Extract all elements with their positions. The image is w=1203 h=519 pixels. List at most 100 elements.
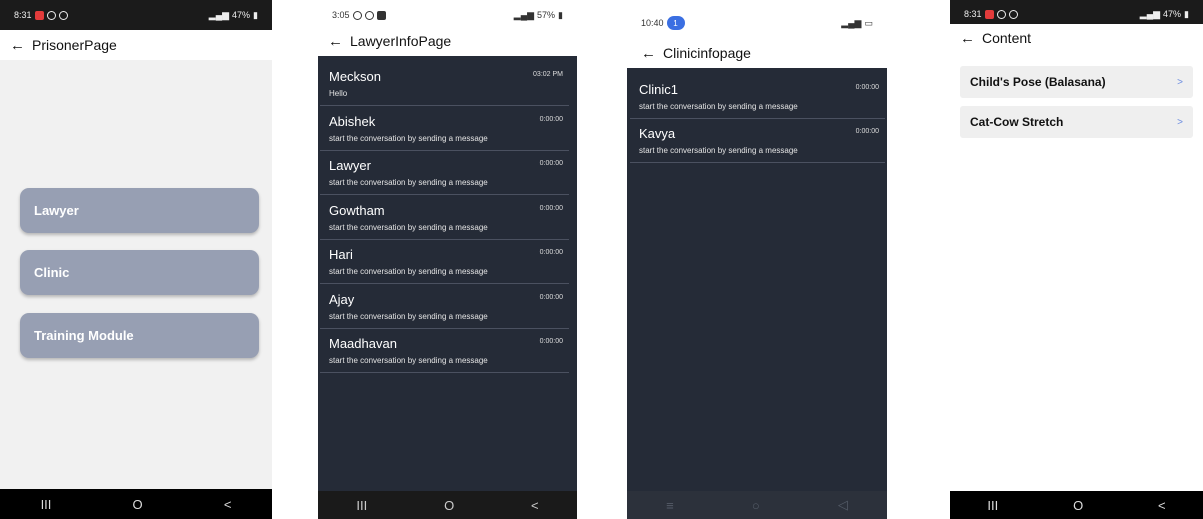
recents-nav-button[interactable]: III xyxy=(356,498,367,513)
back-arrow-icon[interactable]: ← xyxy=(641,45,663,62)
chat-last-message: start the conversation by sending a mess… xyxy=(329,222,488,232)
chat-name: Hari xyxy=(329,247,353,262)
app-bar: ← PrisonerPage xyxy=(0,30,272,60)
signal-icon: ▂▄▆ xyxy=(1139,8,1161,19)
app-notification-icon xyxy=(364,10,374,20)
home-nav-button[interactable]: O xyxy=(133,497,143,512)
chat-name: Clinic1 xyxy=(639,82,679,97)
back-arrow-icon[interactable]: ← xyxy=(328,33,350,50)
chat-row[interactable]: Ajay start the conversation by sending a … xyxy=(320,285,569,329)
chat-row[interactable]: Kavya start the conversation by sending a… xyxy=(630,119,885,163)
chat-row[interactable]: Gowtham start the conversation by sending… xyxy=(320,196,569,240)
battery-level: 57% xyxy=(537,10,556,20)
status-time: 8:31 xyxy=(14,10,32,20)
chat-last-message: start the conversation by sending a mess… xyxy=(329,311,488,321)
battery-icon: ▮ xyxy=(253,9,258,20)
recents-nav-button[interactable]: III xyxy=(41,497,52,512)
chat-timestamp: 0:00:00 xyxy=(539,249,563,256)
chat-name: Gowtham xyxy=(329,202,385,218)
app-notification-icon xyxy=(58,10,68,20)
prisoner-page-screen: 8:31 ▂▄▆ 47% ▮ ← PrisonerPage Lawyer Cli… xyxy=(0,0,272,519)
chat-name: Lawyer xyxy=(329,158,371,173)
gallery-icon xyxy=(376,10,386,20)
chat-row[interactable]: Clinic1 start the conversation by sending… xyxy=(630,75,885,119)
chevron-right-icon: > xyxy=(1177,116,1183,128)
training-module-button[interactable]: Training Module xyxy=(20,313,259,358)
notification-badge: 1 xyxy=(666,16,685,30)
app-bar: ← Clinicinfopage xyxy=(627,38,887,68)
signal-icon: ▂▄▆ xyxy=(513,9,535,20)
chat-row[interactable]: Maadhavan start the conversation by sendi… xyxy=(320,329,569,373)
back-nav-button[interactable]: ◁ xyxy=(838,497,848,513)
chat-row[interactable]: Lawyer start the conversation by sending … xyxy=(320,151,569,195)
chat-name: Kavya xyxy=(639,126,676,141)
whatsapp-icon xyxy=(352,10,362,20)
app-notification-icon xyxy=(1008,9,1018,19)
status-bar: 8:31 ▂▄▆ 47% ▮ xyxy=(0,0,272,30)
chat-last-message: start the conversation by sending a mess… xyxy=(329,267,488,276)
chat-last-message: start the conversation by sending a mess… xyxy=(639,146,798,155)
content-screen: 8:31 ▂▄▆ 47% ▮ ← Content Child's Pose (B… xyxy=(950,0,1203,519)
chat-last-message: Hello xyxy=(329,89,348,98)
home-nav-button[interactable]: ○ xyxy=(752,498,760,513)
content-item-cat-cow-stretch[interactable]: Cat-Cow Stretch > xyxy=(960,106,1193,138)
chat-name: Meckson xyxy=(329,69,382,84)
back-nav-button[interactable]: < xyxy=(224,497,232,512)
page-title: Content xyxy=(982,30,1032,46)
chat-last-message: start the conversation by sending a mess… xyxy=(329,133,488,143)
system-nav-bar: III O < xyxy=(318,491,577,519)
recents-nav-button[interactable]: III xyxy=(987,498,998,513)
chat-last-message: start the conversation by sending a mess… xyxy=(329,356,488,365)
content-item-label: Cat-Cow Stretch xyxy=(970,115,1064,129)
page-title: LawyerInfoPage xyxy=(350,33,452,49)
page-title: PrisonerPage xyxy=(32,37,117,53)
battery-icon: ▮ xyxy=(558,9,563,20)
clinic-button[interactable]: Clinic xyxy=(20,250,259,295)
clinic-info-screen: 10:40 1 ▂▄▆ ▭ ← Clinicinfopage Clinic1 st… xyxy=(627,0,887,519)
app-notification-icon xyxy=(46,10,56,20)
chat-timestamp: 0:00:00 xyxy=(855,128,879,135)
chat-last-message: start the conversation by sending a mess… xyxy=(329,178,488,187)
signal-icon: ▂▄▆ xyxy=(841,17,862,28)
lawyer-info-screen: 3:05 ▂▄▆ 57% ▮ ← LawyerInfoPage Meckson H… xyxy=(318,0,577,519)
status-time: 10:40 xyxy=(641,18,664,28)
chat-timestamp: 0:00:00 xyxy=(539,293,563,301)
app-bar: ← Content xyxy=(950,24,1203,52)
chat-name: Ajay xyxy=(329,291,355,307)
chat-timestamp: 0:00:00 xyxy=(539,338,563,345)
notification-icon xyxy=(984,9,994,19)
menu-nav-button[interactable]: ≡ xyxy=(666,498,674,513)
chevron-right-icon: > xyxy=(1177,76,1183,88)
chat-row[interactable]: Hari start the conversation by sending a … xyxy=(320,240,569,284)
home-nav-button[interactable]: O xyxy=(1073,498,1083,513)
battery-icon: ▮ xyxy=(1184,8,1189,19)
chat-last-message: start the conversation by sending a mess… xyxy=(639,102,798,111)
chat-name: Maadhavan xyxy=(329,336,397,351)
chat-timestamp: 0:00:00 xyxy=(539,115,563,123)
notification-icon xyxy=(34,10,44,20)
back-nav-button[interactable]: < xyxy=(1158,498,1166,513)
status-time: 3:05 xyxy=(332,10,350,20)
system-nav-bar: III O < xyxy=(0,489,272,519)
chat-row[interactable]: Abishek start the conversation by sending… xyxy=(320,107,569,151)
chat-timestamp: 03:02 PM xyxy=(533,71,563,78)
signal-icon: ▂▄▆ xyxy=(208,9,230,20)
system-nav-bar: ≡ ○ ◁ xyxy=(627,491,887,519)
chat-timestamp: 0:00:00 xyxy=(855,84,879,91)
app-notification-icon xyxy=(996,9,1006,19)
back-arrow-icon[interactable]: ← xyxy=(10,37,32,54)
lawyer-button[interactable]: Lawyer xyxy=(20,188,259,233)
content-item-childs-pose[interactable]: Child's Pose (Balasana) > xyxy=(960,66,1193,98)
battery-level: 47% xyxy=(232,10,251,20)
status-time: 8:31 xyxy=(964,9,982,19)
chat-row[interactable]: Meckson Hello 03:02 PM xyxy=(320,62,569,106)
back-nav-button[interactable]: < xyxy=(531,498,539,513)
page-title: Clinicinfopage xyxy=(663,45,751,61)
home-nav-button[interactable]: O xyxy=(444,498,454,513)
back-arrow-icon[interactable]: ← xyxy=(960,30,982,47)
battery-level: 47% xyxy=(1163,9,1182,19)
chat-timestamp: 0:00:00 xyxy=(539,204,563,212)
chat-name: Abishek xyxy=(329,113,376,129)
content-item-label: Child's Pose (Balasana) xyxy=(970,75,1106,89)
status-bar: 10:40 1 ▂▄▆ ▭ xyxy=(627,0,887,40)
